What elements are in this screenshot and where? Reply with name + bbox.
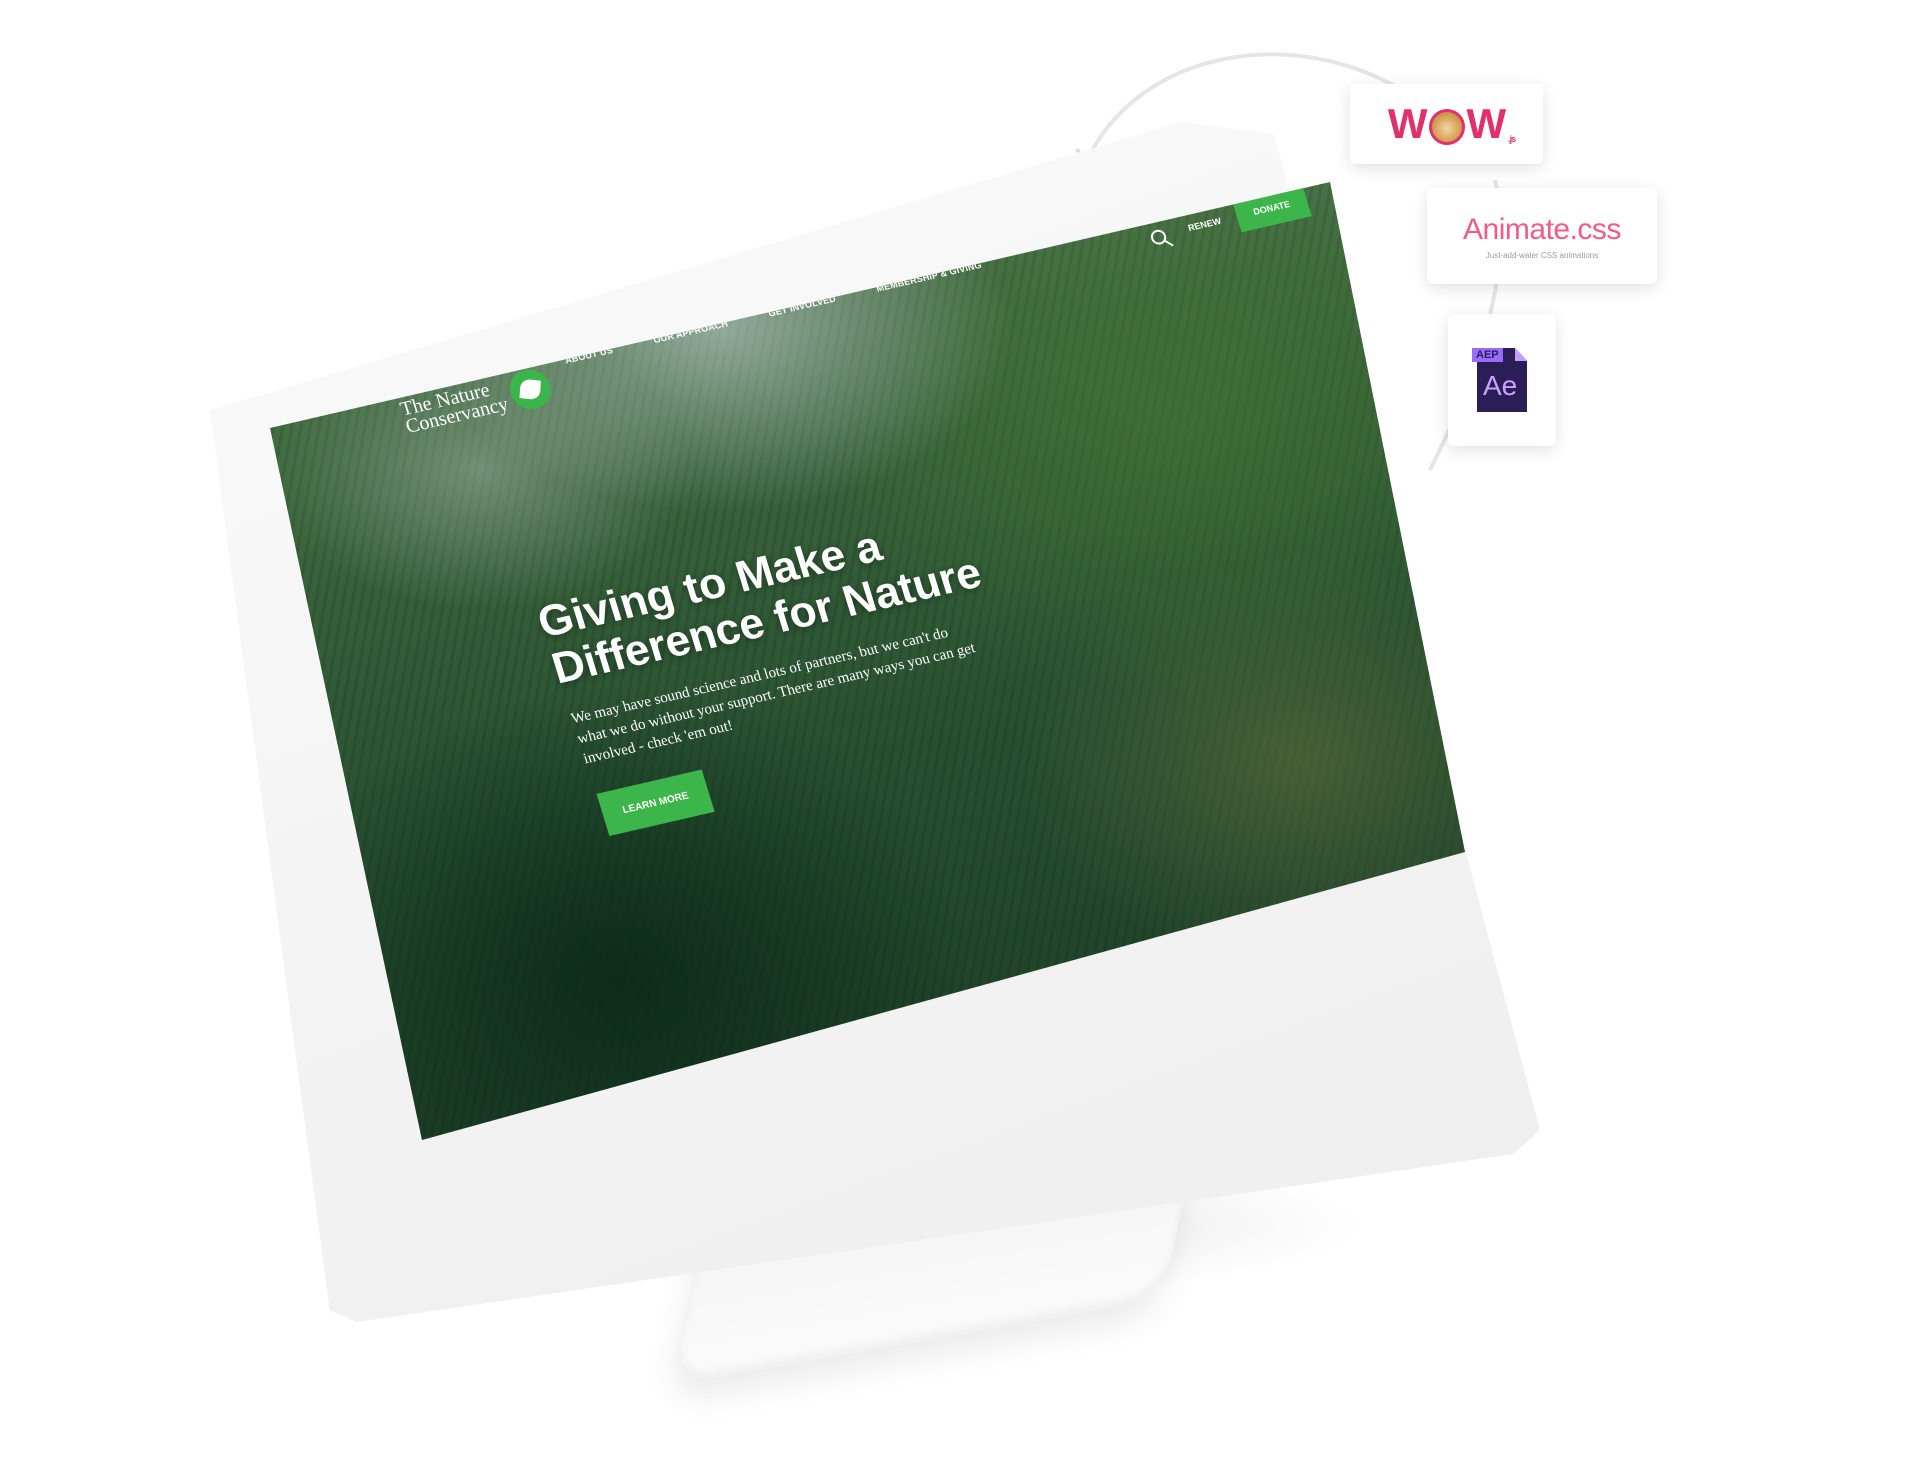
wowjs-badge: W W .js [1350, 84, 1543, 164]
animatecss-title: Animate.css [1463, 212, 1621, 246]
aep-tag: AEP [1472, 348, 1503, 362]
after-effects-badge: Ae AEP [1448, 314, 1556, 446]
doge-icon [1428, 108, 1465, 145]
leaf-icon [505, 365, 556, 413]
search-icon[interactable] [1147, 226, 1175, 252]
animatecss-tagline: Just-add-water CSS animations [1485, 250, 1599, 260]
wowjs-suffix: .js [1508, 134, 1516, 144]
wowjs-logo: W W .js [1387, 100, 1516, 147]
animatecss-badge: Animate.css Just-add-water CSS animation… [1427, 188, 1657, 284]
file-fold [1515, 348, 1527, 361]
ae-letters: Ae [1483, 370, 1518, 401]
learn-more-button[interactable]: LEARN MORE [596, 769, 715, 837]
showcase-stage: The Nature Conservancy About Us Our Appr… [0, 0, 1911, 1475]
renew-link[interactable]: RENEW [1187, 216, 1223, 233]
